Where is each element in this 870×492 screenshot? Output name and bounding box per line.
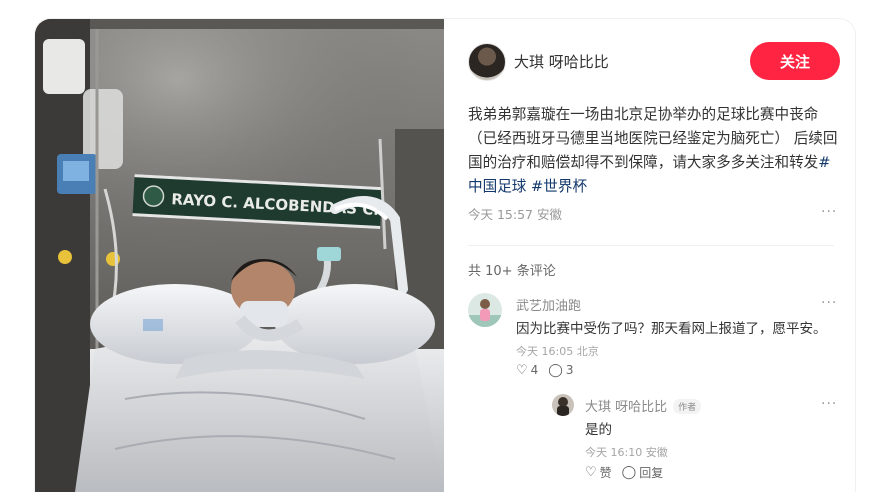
note-card: RAYO C. ALCOBENDAS C.F. 大琪 呀哈比比 关注 我弟弟郭嘉… [35, 19, 855, 492]
divider [468, 245, 834, 246]
reply-author-name: 大琪 呀哈比比 作者 [585, 396, 702, 415]
author-row: 大琪 呀哈比比 关注 [468, 41, 840, 81]
reply-like-button[interactable]: ♡ 赞 [585, 464, 612, 481]
heart-outline-icon: ♡ [585, 465, 597, 480]
author-avatar[interactable] [468, 43, 506, 81]
commenter-avatar[interactable] [468, 293, 502, 327]
reply-author-avatar[interactable] [552, 394, 574, 416]
post-text-block: 我弟弟郭嘉璇在一场由北京足协举办的足球比赛中丧命（已经西班牙马德里当地医院已经鉴… [468, 103, 838, 199]
comment-bubble-icon: ◯ [548, 362, 563, 378]
follow-button[interactable]: 关注 [750, 42, 840, 80]
author-tag-badge: 作者 [673, 399, 702, 414]
comment-item: 武艺加油跑 ··· 因为比赛中受伤了吗？那天看网上报道了，愿平安。 今天 16:… [468, 293, 840, 383]
reply-more-icon[interactable]: ··· [821, 396, 837, 412]
reply-author-avatar-image [552, 394, 574, 416]
reply-like-label: 赞 [599, 466, 612, 480]
comment-reply-count: 3 [565, 363, 574, 377]
heart-outline-icon: ♡ [516, 362, 528, 378]
post-text: 我弟弟郭嘉璇在一场由北京足协举办的足球比赛中丧命（已经西班牙马德里当地医院已经鉴… [468, 106, 838, 171]
post-detail-panel: 大琪 呀哈比比 关注 我弟弟郭嘉璇在一场由北京足协举办的足球比赛中丧命（已经西班… [444, 19, 855, 492]
comment-like-button[interactable]: ♡ 4 [516, 363, 538, 377]
reply-reply-label: 回复 [639, 466, 664, 480]
post-photo[interactable]: RAYO C. ALCOBENDAS C.F. [35, 19, 444, 492]
post-meta: 今天 15:57 安徽 [468, 207, 562, 222]
comments-count: 共 10+ 条评论 [468, 264, 556, 279]
reply-text: 是的 [585, 422, 612, 438]
reply-actions: ♡ 赞 ◯ 回复 [585, 464, 663, 481]
commenter-avatar-image [468, 293, 502, 327]
reply-time: 今天 16:10 安徽 [585, 446, 668, 459]
reply-author-name-text[interactable]: 大琪 呀哈比比 [585, 400, 667, 415]
comment-reply-button[interactable]: ◯ 3 [548, 363, 573, 377]
commenter-name[interactable]: 武艺加油跑 [516, 295, 581, 314]
comment-time: 今天 16:05 北京 [516, 345, 599, 358]
comment-actions: ♡ 4 ◯ 3 [516, 363, 574, 377]
comment-like-count: 4 [530, 363, 539, 377]
comment-bubble-icon: ◯ [621, 465, 637, 480]
author-name[interactable]: 大琪 呀哈比比 [514, 51, 609, 72]
reply-reply-button[interactable]: ◯ 回复 [622, 464, 664, 481]
hospital-photo-illustration: RAYO C. ALCOBENDAS C.F. [35, 19, 444, 492]
reply-item: 大琪 呀哈比比 作者 ··· 是的 今天 16:10 安徽 ♡ 赞 ◯ 回复 [552, 394, 842, 484]
hashtag-world-cup[interactable]: #世界杯 [531, 178, 587, 195]
comment-more-icon[interactable]: ··· [821, 295, 837, 311]
post-more-icon[interactable]: ··· [821, 204, 837, 220]
comment-text: 因为比赛中受伤了吗？那天看网上报道了，愿平安。 [516, 321, 827, 337]
